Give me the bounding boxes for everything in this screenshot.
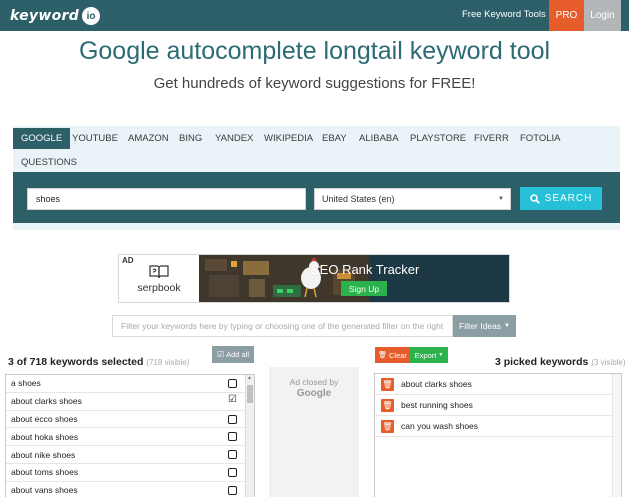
results-visible-note: (718 visible) bbox=[146, 358, 190, 367]
search-icon bbox=[529, 193, 540, 204]
list-item[interactable]: about nike shoes bbox=[6, 446, 254, 464]
picked-keywords-list: 🗑 about clarks shoes 🗑 best running shoe… bbox=[374, 373, 622, 497]
tab-fotolia[interactable]: FOTOLIA bbox=[520, 133, 560, 144]
picked-keyword-text: best running shoes bbox=[401, 400, 473, 410]
free-tools-label: Free Keyword Tools bbox=[462, 9, 546, 20]
list-item: 🗑 can you wash shoes bbox=[375, 416, 621, 437]
remove-icon[interactable]: 🗑 bbox=[381, 377, 394, 391]
ad-closed-text: Ad closed by bbox=[289, 377, 339, 387]
add-all-button[interactable]: ☑ Add all bbox=[212, 346, 254, 363]
search-bar: shoes United States (en) ▼ SEARCH bbox=[13, 172, 620, 223]
pro-button[interactable]: PRO bbox=[549, 0, 584, 31]
tab-playstore[interactable]: PLAYSTORE bbox=[410, 133, 466, 144]
clear-label: Clear bbox=[388, 350, 407, 360]
country-select[interactable]: United States (en) ▼ bbox=[314, 188, 511, 210]
tab-wikipedia[interactable]: WIKIPEDIA bbox=[264, 133, 313, 144]
country-value: United States (en) bbox=[322, 194, 395, 204]
picked-count: 3 picked keywords (3 visible) bbox=[495, 356, 626, 368]
checkbox-icon[interactable] bbox=[228, 379, 237, 388]
remove-icon[interactable]: 🗑 bbox=[381, 419, 394, 433]
search-button-label: SEARCH bbox=[544, 193, 593, 204]
keyword-input[interactable]: shoes bbox=[27, 188, 306, 210]
tab-yandex[interactable]: YANDEX bbox=[215, 133, 253, 144]
checkbox-icon[interactable] bbox=[228, 414, 237, 424]
ad-banner[interactable]: AD serpbook SEO Rank Tracker Sign Up bbox=[118, 254, 510, 303]
ad-tag: AD bbox=[120, 256, 136, 265]
tab-ebay[interactable]: EBAY bbox=[322, 133, 347, 144]
picked-scrollbar[interactable] bbox=[612, 374, 621, 497]
list-item[interactable]: about clarks shoes ☑ bbox=[6, 393, 254, 411]
checkbox-icon[interactable] bbox=[228, 450, 237, 460]
list-item: 🗑 best running shoes bbox=[375, 395, 621, 416]
picked-visible-note: (3 visible) bbox=[591, 358, 626, 367]
checked-box-icon[interactable]: ☑ bbox=[228, 394, 237, 405]
results-count: 3 of 718 keywords selected (718 visible) bbox=[8, 356, 189, 368]
keyword-results-list: a shoes about clarks shoes ☑ about ecco … bbox=[5, 374, 255, 497]
site-logo[interactable]: keyword io bbox=[10, 7, 101, 25]
results-count-text: 3 of 718 keywords selected bbox=[8, 356, 144, 368]
tab-questions[interactable]: QUESTIONS bbox=[21, 157, 77, 168]
ad-brand-name: serpbook bbox=[137, 281, 181, 294]
serpbook-logo-icon bbox=[149, 264, 169, 278]
keyword-text: about vans shoes bbox=[11, 485, 78, 496]
add-all-label: Add all bbox=[226, 350, 250, 359]
dropdown-arrow-icon: ▼ bbox=[498, 196, 504, 202]
list-item[interactable]: about hoka shoes bbox=[6, 428, 254, 447]
checkbox-icon[interactable] bbox=[228, 467, 237, 477]
page-title: Google autocomplete longtail keyword too… bbox=[78, 37, 551, 65]
logo-badge: io bbox=[82, 7, 101, 25]
picked-count-text: 3 picked keywords bbox=[495, 356, 589, 368]
filter-ideas-label: Filter Ideas bbox=[459, 321, 502, 331]
ad-closed-brand: Google bbox=[296, 388, 332, 399]
keyword-text: about ecco shoes bbox=[11, 413, 78, 424]
keyword-text: about hoka shoes bbox=[11, 431, 79, 442]
tab-bing[interactable]: BING bbox=[179, 133, 202, 144]
trash-icon: 🗑 bbox=[378, 352, 387, 359]
keyword-text: about nike shoes bbox=[11, 449, 76, 460]
export-label: Export bbox=[414, 350, 437, 360]
page-subtitle: Get hundreds of keyword suggestions for … bbox=[153, 75, 476, 92]
scroll-up-icon[interactable]: ▲ bbox=[247, 375, 252, 381]
search-button[interactable]: SEARCH bbox=[520, 187, 602, 210]
top-navbar: keyword io Free Keyword Tools▼ PRO Login bbox=[0, 0, 629, 31]
scrollbar-thumb[interactable] bbox=[247, 385, 253, 403]
ad-closed-placeholder: Ad closed by Google bbox=[269, 367, 359, 497]
checkbox-icon: ☑ bbox=[216, 350, 225, 359]
ad-signup-button[interactable]: Sign Up bbox=[341, 281, 387, 296]
list-item[interactable]: a shoes bbox=[6, 375, 254, 393]
keyword-text: a shoes bbox=[11, 378, 41, 389]
tab-google[interactable]: GOOGLE bbox=[13, 128, 71, 149]
keyword-filter-input[interactable]: Filter your keywords here by typing or c… bbox=[112, 315, 453, 337]
logo-text: keyword bbox=[10, 8, 80, 24]
export-button[interactable]: Export ▼ bbox=[410, 347, 448, 363]
list-item[interactable]: about toms shoes bbox=[6, 464, 254, 482]
list-item[interactable]: about ecco shoes bbox=[6, 411, 254, 429]
list-item[interactable]: about vans shoes bbox=[6, 482, 254, 497]
caret-down-icon: ▼ bbox=[504, 323, 510, 329]
tab-alibaba[interactable]: ALIBABA bbox=[359, 133, 399, 144]
remove-icon[interactable]: 🗑 bbox=[381, 398, 394, 412]
checkbox-icon[interactable] bbox=[228, 432, 237, 442]
login-button[interactable]: Login bbox=[584, 0, 621, 31]
ad-headline: SEO Rank Tracker bbox=[311, 262, 420, 277]
filter-ideas-button[interactable]: Filter Ideas ▼ bbox=[453, 315, 516, 337]
tab-youtube[interactable]: YOUTUBE bbox=[72, 133, 118, 144]
list-item: 🗑 about clarks shoes bbox=[375, 374, 621, 395]
clear-button[interactable]: 🗑 Clear bbox=[375, 347, 410, 363]
free-tools-menu[interactable]: Free Keyword Tools▼ bbox=[462, 9, 555, 20]
caret-down-icon: ▼ bbox=[438, 352, 444, 358]
checkbox-icon[interactable] bbox=[228, 485, 237, 495]
keyword-text: about toms shoes bbox=[11, 467, 79, 478]
tab-amazon[interactable]: AMAZON bbox=[128, 133, 169, 144]
keyword-text: about clarks shoes bbox=[11, 396, 82, 407]
picked-keyword-text: can you wash shoes bbox=[401, 421, 479, 431]
tab-fiverr[interactable]: FIVERR bbox=[474, 133, 509, 144]
picked-keyword-text: about clarks shoes bbox=[401, 379, 472, 389]
results-scrollbar[interactable]: ▲ bbox=[245, 375, 254, 497]
